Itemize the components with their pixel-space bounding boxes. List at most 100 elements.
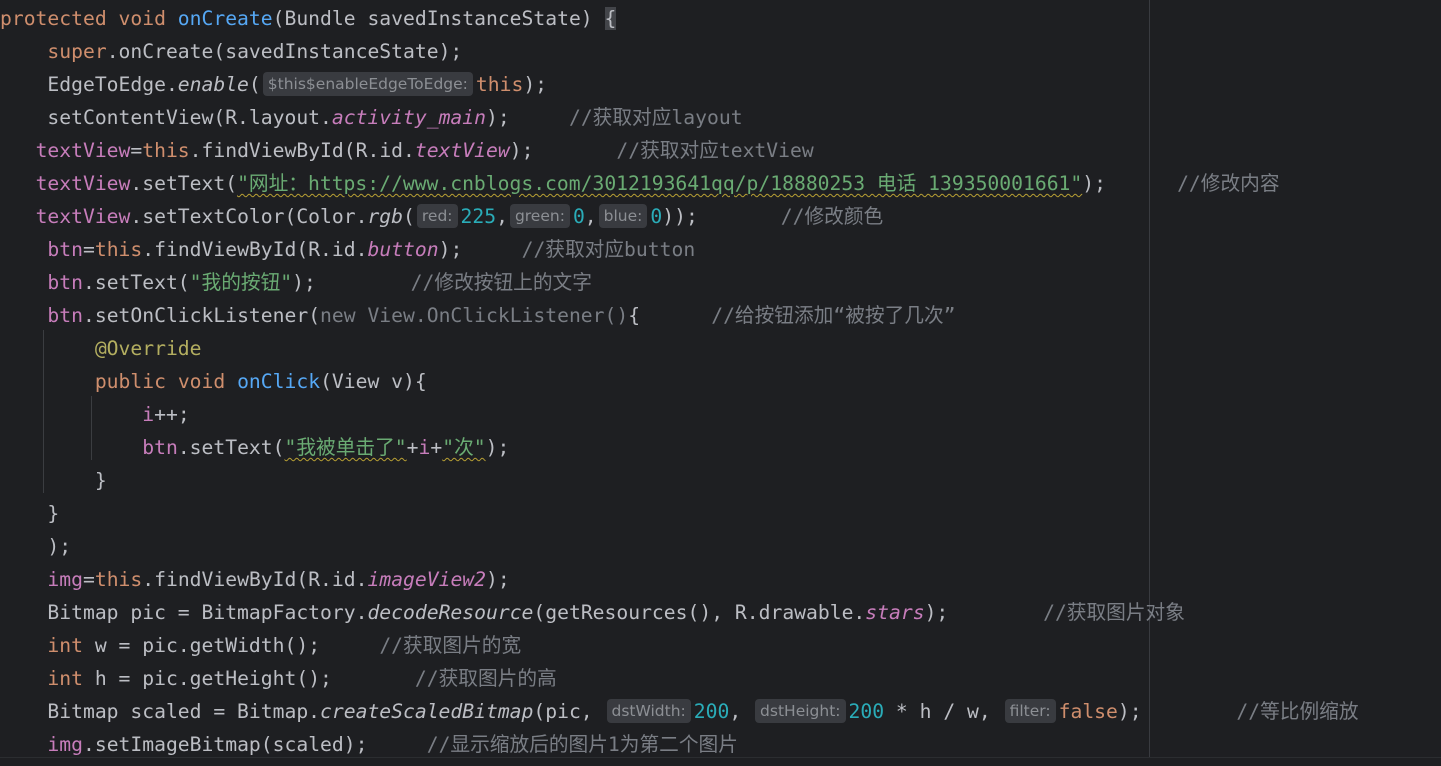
code-token: EdgeToEdge. (0, 73, 178, 96)
code-token: this (94, 238, 143, 261)
code-token: button (367, 238, 439, 261)
editor-bottom-edge (0, 757, 1441, 766)
parameter-hint: green: (509, 204, 570, 228)
code-token: , (496, 205, 508, 228)
code-token: "网址：https://www.cnblogs.com/3012193641qq… (237, 172, 1083, 195)
code-token: 0 (650, 205, 663, 228)
code-token: ); (1082, 172, 1178, 195)
parameter-hint: red: (416, 204, 458, 228)
code-token: imageView2 (367, 568, 487, 591)
code-token: textView (35, 205, 131, 228)
code-token: ++; (154, 403, 190, 426)
code-token: ); (438, 238, 522, 261)
code-token: new View.OnClickListener() (320, 304, 629, 327)
code-token: ); (292, 271, 411, 294)
code-token: = (82, 568, 95, 591)
code-token: .findViewById(R.id. (142, 238, 368, 261)
code-token: i (418, 436, 431, 459)
code-line[interactable]: btn=this.findViewById(R.id.button); //获取… (0, 233, 695, 266)
code-token: "我被单击了" (284, 436, 407, 459)
code-token: //获取对应button (521, 238, 696, 261)
code-token: 0 (572, 205, 585, 228)
code-token: ); (924, 601, 1044, 624)
code-line[interactable]: int h = pic.getHeight(); //获取图片的高 (0, 662, 556, 695)
code-line[interactable]: Bitmap scaled = Bitmap.createScaledBitma… (0, 695, 1359, 728)
code-token: //获取图片对象 (1043, 601, 1185, 624)
code-token: , (729, 700, 754, 723)
code-line[interactable]: ); (0, 530, 71, 563)
parameter-hint: blue: (598, 204, 648, 228)
code-token: //等比例缩放 (1236, 700, 1359, 723)
code-token: //给按钮添加“被按了几次” (711, 304, 956, 327)
parameter-hint: filter: (1004, 699, 1056, 723)
code-line[interactable]: btn.setOnClickListener(new View.OnClickL… (0, 299, 956, 332)
code-line[interactable]: } (0, 464, 107, 497)
code-line[interactable]: protected void onCreate(Bundle savedInst… (0, 2, 617, 35)
code-token: textView (414, 139, 510, 162)
code-token: Bitmap scaled = Bitmap. (0, 700, 321, 723)
code-line[interactable]: super.onCreate(savedInstanceState); (0, 35, 462, 68)
code-line[interactable]: @Override (0, 332, 202, 365)
code-token: public (94, 370, 178, 393)
code-token: //获取对应layout (568, 106, 743, 129)
code-line[interactable]: textView=this.findViewById(R.id.textView… (0, 134, 814, 167)
code-token: super (47, 40, 107, 63)
code-token: .setText( (82, 271, 190, 294)
code-token: ); (0, 535, 72, 558)
code-line[interactable]: Bitmap pic = BitmapFactory.decodeResourc… (0, 596, 1185, 629)
code-line[interactable]: btn.setText("我的按钮"); //修改按钮上的文字 (0, 266, 591, 299)
code-token: btn (47, 238, 83, 261)
code-line[interactable]: int w = pic.getWidth(); //获取图片的宽 (0, 629, 521, 662)
code-line[interactable]: } (0, 497, 59, 530)
code-token: Bitmap pic = BitmapFactory. (0, 601, 368, 624)
code-token: .setText( (130, 172, 238, 195)
code-token: h = pic.getHeight(); (94, 667, 415, 690)
code-token: false (1058, 700, 1118, 723)
code-token: //显示缩放后的图片1为第二个图片 (426, 733, 738, 756)
code-line[interactable]: i++; (0, 398, 190, 431)
code-token: this (475, 73, 524, 96)
code-token: //获取图片的宽 (379, 634, 522, 657)
code-token: 200 (693, 700, 730, 723)
code-token: protected (0, 7, 119, 30)
code-token: createScaledBitmap (320, 700, 534, 723)
code-token: stars (865, 601, 925, 624)
code-token: , (584, 205, 597, 228)
code-token: activity_main (331, 106, 486, 129)
code-token: (pic, (533, 700, 605, 723)
code-token: btn (47, 304, 83, 327)
code-token: (Bundle savedInstanceState) (272, 7, 605, 30)
code-editor[interactable]: protected void onCreate(Bundle savedInst… (0, 0, 1441, 766)
code-token: textView (35, 172, 131, 195)
parameter-hint: dstHeight: (755, 699, 846, 723)
code-token: void (118, 7, 178, 30)
code-line[interactable]: EdgeToEdge.enable($this$enableEdgeToEdge… (0, 68, 547, 101)
code-token: i (142, 403, 155, 426)
code-line[interactable]: img=this.findViewById(R.id.imageView2); (0, 563, 509, 596)
code-token: //修改颜色 (780, 205, 884, 228)
code-line[interactable]: textView.setTextColor(Color.rgb(red: 225,… (0, 200, 883, 233)
code-token: (getResources(), R.drawable. (533, 601, 866, 624)
code-token: this (94, 568, 143, 591)
code-line[interactable]: public void onClick(View v){ (0, 365, 427, 398)
code-token: (View v){ (320, 370, 427, 393)
code-token: void (177, 370, 238, 393)
code-token: rgb (367, 205, 404, 228)
code-line[interactable]: btn.setText("我被单击了"+i+"次"); (0, 431, 509, 464)
code-token: .setTextColor(Color. (130, 205, 368, 228)
code-token: img (47, 568, 83, 591)
code-token: = (82, 238, 95, 261)
code-token: * h / w, (884, 700, 1003, 723)
code-token: onClick (237, 370, 321, 393)
code-token: onCreate (177, 7, 273, 30)
code-line[interactable]: setContentView(R.layout.activity_main); … (0, 101, 743, 134)
code-line[interactable]: textView.setText("网址：https://www.cnblogs… (0, 167, 1280, 200)
code-token: { (604, 7, 617, 30)
